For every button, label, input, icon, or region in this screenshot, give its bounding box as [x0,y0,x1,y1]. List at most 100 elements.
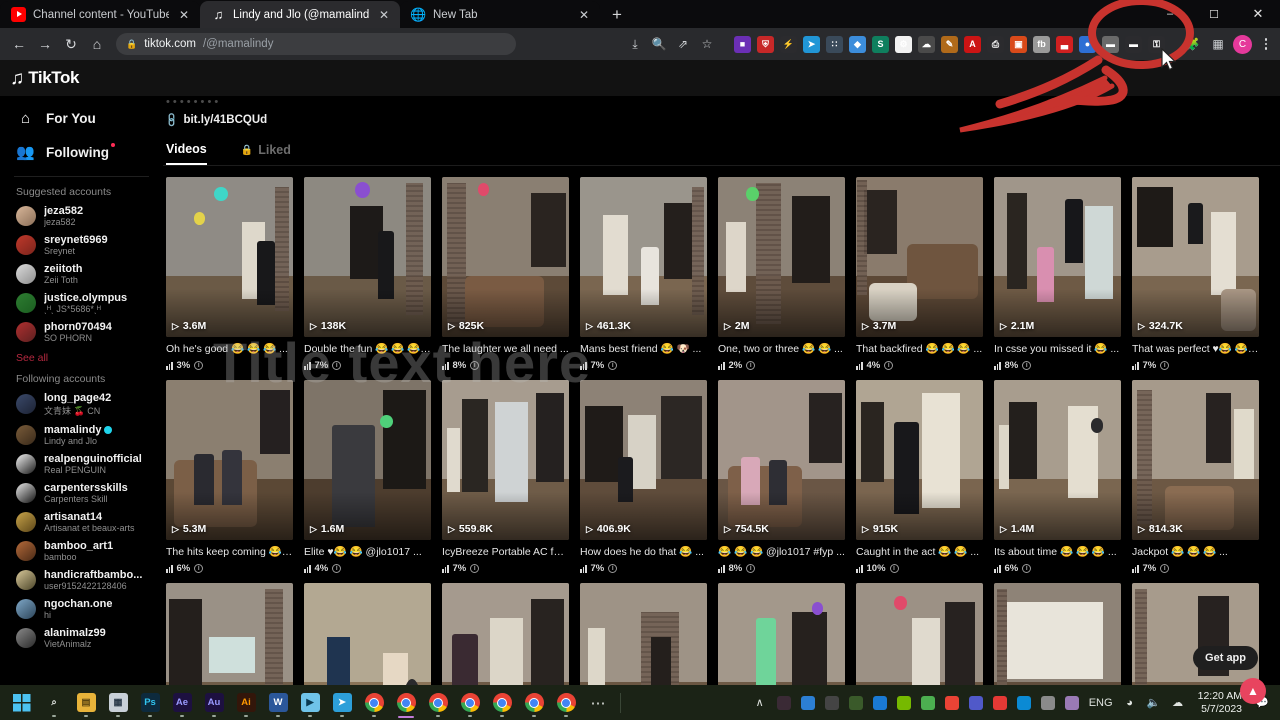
video-thumbnail[interactable]: ▷ 1.4M [994,380,1121,540]
telegram-extension-icon[interactable]: ➤ [803,35,820,53]
video-thumbnail[interactable]: ▷ 138K [304,177,431,337]
video-card[interactable]: ▷ 814.3K Jackpot 😂 😂 😂 ... 7% i [1132,380,1259,574]
video-card[interactable]: ▷ 5.3M The hits keep coming 😂 ... 6% i [166,380,293,574]
info-icon[interactable]: i [194,361,204,370]
close-icon[interactable]: ✕ [576,7,592,23]
scroll-to-top-icon[interactable]: ▲ [1240,678,1266,704]
sidebar-item-following[interactable]: 👥 Following [0,135,163,169]
social-extension-icon[interactable]: ● [1079,35,1096,53]
taskbar-file-explorer-icon[interactable]: ▤ [70,685,102,720]
taskbar-illustrator-icon[interactable]: Ai [230,685,262,720]
info-icon[interactable]: i [608,564,618,573]
video-thumbnail[interactable]: ▷ 5.3M [166,380,293,540]
video-card[interactable]: ▷ 915K Caught in the act 😂 😂 ... 10% i [856,380,983,574]
taskbar-capcut-icon[interactable]: ▶ [294,685,326,720]
video-card[interactable] [856,583,983,685]
disc-icon[interactable] [820,685,844,720]
usb-icon[interactable] [1036,685,1060,720]
video-thumbnail[interactable]: ▷ 2.1M [994,177,1121,337]
video-thumbnail[interactable]: ▷ 406.9K [580,380,707,540]
browser-tab-tiktok[interactable]: ♫ Lindy and Jlo (@mamalindy) Offi ✕ [200,1,400,28]
wifi-icon[interactable]: ◕ [1118,685,1142,720]
screenshot-extension-icon[interactable]: ■ [734,35,751,53]
video-card[interactable]: ▷ 754.5K 😂 😂 😂 @jlo1017 #fyp ... 8% i [718,380,845,574]
sidebar-account-following[interactable]: realpenguinofficial Real PENGUIN [0,449,163,478]
video-card[interactable]: ▷ 3.7M That backfired 😂 😂 😂 ... 4% i [856,177,983,371]
tray-arrow-icon[interactable]: ∧ [748,685,772,720]
sidebar-account-following[interactable]: mamalindy Lindy and Jlo [0,420,163,449]
video-card[interactable]: ▷ 138K Double the fun 😂 😂 😂 ... 7% i [304,177,431,371]
reload-icon[interactable]: ↻ [58,31,84,57]
video-card[interactable] [718,583,845,685]
back-icon[interactable]: ← [6,31,32,57]
grey-extension-icon[interactable]: ▬ [1102,35,1119,53]
info-icon[interactable]: i [470,361,480,370]
printer-extension-icon[interactable]: ⎙ [987,35,1004,53]
info-icon[interactable]: i [1160,361,1170,370]
blue-square-extension-icon[interactable]: ◆ [849,35,866,53]
sidebar-account-following[interactable]: carpentersskills Carpenters Skill [0,478,163,507]
s-extension-icon[interactable]: S [872,35,889,53]
shield-extension-icon[interactable]: ⛨ [757,35,774,53]
video-card[interactable] [442,583,569,685]
profile-bio-link[interactable]: 🔗 bit.ly/41BCQUd [163,108,1280,129]
tab-videos[interactable]: Videos [166,142,207,165]
close-icon[interactable]: ✕ [176,7,192,23]
gear-extension-icon[interactable]: ⚙ [895,35,912,53]
taskbar-calculator-icon[interactable]: ▦ [102,685,134,720]
home-icon[interactable]: ⌂ [84,31,110,57]
language-indicator[interactable]: ENG [1084,685,1118,720]
microphone-icon[interactable] [1060,685,1084,720]
chrome-tray-icon[interactable] [940,685,964,720]
video-card[interactable]: ▷ 3.6M Oh he's good 😂 😂 😂 ... 3% i [166,177,293,371]
sidebar-account-suggested[interactable]: justice.olympus ˎᴴˎ JS*5686*ˎᴴ [0,288,163,317]
sidebar-account-following[interactable]: alanimalz99 VietAnimalz [0,623,163,652]
sidebar-account-following[interactable]: ngochan.one hi [0,594,163,623]
video-card[interactable]: ▷ 1.4M Its about time 😂 😂 😂 ... 6% i [994,380,1121,574]
video-card[interactable] [166,583,293,685]
get-app-button[interactable]: Get app [1193,646,1258,670]
browser-tab-newtab[interactable]: 🌐 New Tab ✕ [400,1,600,28]
taskbar-telegram-icon[interactable]: ➤ [326,685,358,720]
video-thumbnail[interactable]: ▷ 814.3K [1132,380,1259,540]
info-icon[interactable]: i [194,564,204,573]
tab-liked[interactable]: 🔒 Liked [241,142,291,165]
video-card[interactable]: ▷ 461.3K Mans best friend 😂 🐶 ... 7% i [580,177,707,371]
video-card[interactable] [304,583,431,685]
adobe-pdf-icon[interactable]: A [964,35,981,53]
side-panel-icon[interactable]: ▦ [1207,33,1229,55]
taskbar-search-icon[interactable]: ⌕ [38,685,70,720]
cloud-extension-icon[interactable]: ☁ [918,35,935,53]
video-card[interactable] [580,583,707,685]
browser-profile-avatar[interactable]: C [1233,34,1252,54]
info-icon[interactable]: i [608,361,618,370]
taskbar-chrome-window[interactable] [486,685,518,720]
extensions-puzzle-icon[interactable]: 🧩 [1181,33,1203,55]
sidebar-account-suggested[interactable]: sreynet6969 Sreynet [0,230,163,259]
kebab-menu-icon[interactable] [1256,37,1276,51]
video-thumbnail[interactable]: ▷ 559.8K [442,380,569,540]
taskbar-photoshop-icon[interactable]: Ps [134,685,166,720]
recorder-extension-icon[interactable]: ▣ [1010,35,1027,53]
browser-tab-youtube[interactable]: Channel content - YouTube Stud ✕ [0,1,200,28]
taskbar-chrome-window[interactable] [454,685,486,720]
network-icon[interactable] [844,685,868,720]
new-tab-button[interactable]: + [604,2,630,28]
video-thumbnail[interactable]: ▷ 461.3K [580,177,707,337]
video-thumbnail[interactable] [718,583,845,685]
taskbar-chrome-window[interactable] [422,685,454,720]
info-icon[interactable]: i [332,564,342,573]
taskbar-overflow-button[interactable]: ⋯ [582,685,614,720]
see-all-link[interactable]: See all [0,346,163,364]
taskbar-audition-icon[interactable]: Au [198,685,230,720]
sidebar-account-following[interactable]: long_page42 文青妹 🍒 CN [0,388,163,420]
video-thumbnail[interactable] [580,583,707,685]
sidebar-account-suggested[interactable]: zeiitoth Zeii Toth [0,259,163,288]
shield-green-icon[interactable] [916,685,940,720]
video-thumbnail[interactable]: ▷ 754.5K [718,380,845,540]
sidebar-item-for-you[interactable]: ⌂ For You [0,102,163,135]
close-icon[interactable]: ✕ [376,7,392,23]
taskbar-chrome-window[interactable] [550,685,582,720]
grid-extension-icon[interactable]: ∷ [826,35,843,53]
bookmark-star-icon[interactable]: ☆ [696,33,718,55]
